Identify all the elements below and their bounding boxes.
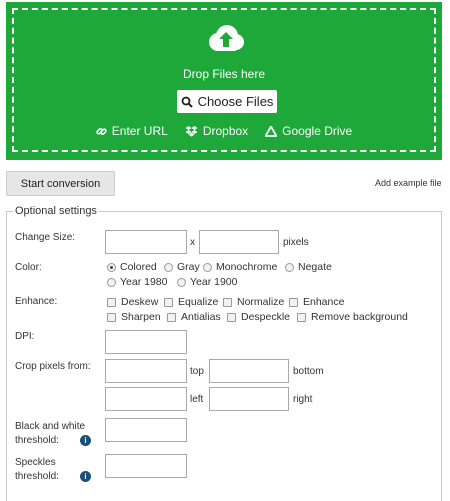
enhance-option-label: Despeckle xyxy=(241,311,291,323)
crop-right-input[interactable] xyxy=(209,387,289,411)
change-size-label: Change Size: xyxy=(15,232,76,243)
upload-sources: Enter URL Dropbox Google Drive xyxy=(6,124,442,138)
crop-left-input[interactable] xyxy=(105,387,187,411)
google-drive-icon xyxy=(265,125,278,137)
speckles-threshold-label-line2: threshold: xyxy=(15,471,59,482)
checkbox-icon xyxy=(167,312,176,322)
speckles-threshold-input[interactable] xyxy=(105,454,187,478)
enhance-option-label: Deskew xyxy=(121,296,159,308)
bw-threshold-input[interactable] xyxy=(105,418,187,442)
color-option-label: Year 1980 xyxy=(120,276,168,288)
dropbox-link[interactable]: Dropbox xyxy=(185,124,248,138)
link-icon xyxy=(96,127,107,135)
info-icon[interactable]: i xyxy=(80,435,91,446)
size-unit: pixels xyxy=(283,237,309,248)
enhance-option-enhance[interactable]: Enhance xyxy=(289,296,344,308)
choose-files-label: Choose Files xyxy=(197,94,274,109)
radio-icon xyxy=(177,277,186,287)
height-input[interactable] xyxy=(199,230,279,254)
crop-top-input[interactable] xyxy=(105,359,187,383)
crop-right-label: right xyxy=(293,394,313,405)
dpi-label: DPI: xyxy=(15,331,35,342)
search-icon xyxy=(181,96,193,108)
enhance-option-label: Equalize xyxy=(178,296,219,308)
drop-files-text: Drop Files here xyxy=(182,67,266,81)
checkbox-icon xyxy=(223,297,232,307)
color-option-label: Year 1900 xyxy=(190,276,238,288)
info-icon[interactable]: i xyxy=(80,471,91,482)
radio-icon xyxy=(285,262,294,272)
google-drive-link[interactable]: Google Drive xyxy=(265,124,352,138)
crop-top-label: top xyxy=(190,366,204,377)
bw-threshold-label-line2: threshold: xyxy=(15,435,59,446)
checkbox-icon xyxy=(164,297,173,307)
crop-bottom-input[interactable] xyxy=(209,359,289,383)
file-drop-zone[interactable]: Drop Files here Choose Files Enter URL D… xyxy=(6,2,442,160)
color-option-gray[interactable]: Gray xyxy=(164,261,200,273)
color-option-year-1900[interactable]: Year 1900 xyxy=(177,276,238,288)
radio-icon xyxy=(107,277,116,287)
color-option-label: Negate xyxy=(298,261,332,273)
color-option-colored[interactable]: Colored xyxy=(107,261,157,273)
optional-settings-legend: Optional settings xyxy=(15,205,97,217)
enhance-option-normalize[interactable]: Normalize xyxy=(223,296,284,308)
enhance-option-equalize[interactable]: Equalize xyxy=(164,296,218,308)
enhance-option-label: Remove background xyxy=(311,311,408,323)
enhance-option-label: Sharpen xyxy=(121,311,161,323)
google-drive-label: Google Drive xyxy=(282,124,353,138)
crop-label: Crop pixels from: xyxy=(15,361,91,372)
crop-left-label: left xyxy=(190,394,204,405)
start-conversion-button[interactable]: Start conversion xyxy=(6,171,115,196)
enter-url-label: Enter URL xyxy=(111,124,168,138)
cloud-upload-icon xyxy=(209,25,244,51)
choose-files-button[interactable]: Choose Files xyxy=(177,90,277,113)
enhance-option-remove-background[interactable]: Remove background xyxy=(297,311,408,323)
dpi-input[interactable] xyxy=(105,330,187,354)
enhance-option-label: Antialias xyxy=(181,311,221,323)
enhance-label: Enhance: xyxy=(15,296,58,307)
enhance-option-despeckle[interactable]: Despeckle xyxy=(227,311,290,323)
speckles-threshold-label-line1: Speckles xyxy=(15,457,56,468)
color-option-monochrome[interactable]: Monochrome xyxy=(203,261,277,273)
dropbox-label: Dropbox xyxy=(202,124,249,138)
bw-threshold-label-line1: Black and white xyxy=(15,421,86,432)
color-label: Color: xyxy=(15,262,42,273)
color-option-year-1980[interactable]: Year 1980 xyxy=(107,276,168,288)
checkbox-icon xyxy=(297,312,306,322)
add-example-file-link[interactable]: Add example file xyxy=(375,178,442,188)
dropbox-icon xyxy=(185,125,198,137)
checkbox-icon xyxy=(227,312,236,322)
radio-icon xyxy=(203,262,212,272)
color-option-label: Monochrome xyxy=(216,261,278,273)
checkbox-icon xyxy=(107,297,116,307)
checkbox-icon xyxy=(107,312,116,322)
enhance-option-deskew[interactable]: Deskew xyxy=(107,296,158,308)
enhance-option-sharpen[interactable]: Sharpen xyxy=(107,311,161,323)
enter-url-link[interactable]: Enter URL xyxy=(96,124,168,138)
enhance-option-label: Normalize xyxy=(237,296,285,308)
color-option-label: Colored xyxy=(120,261,157,273)
enhance-option-antialias[interactable]: Antialias xyxy=(167,311,221,323)
checkbox-icon xyxy=(289,297,298,307)
width-input[interactable] xyxy=(105,230,187,254)
enhance-option-label: Enhance xyxy=(303,296,345,308)
crop-bottom-label: bottom xyxy=(293,366,324,377)
color-option-label: Gray xyxy=(177,261,200,273)
radio-selected-icon xyxy=(107,262,116,272)
radio-icon xyxy=(164,262,173,272)
size-separator: x xyxy=(190,237,195,248)
color-option-negate[interactable]: Negate xyxy=(285,261,332,273)
